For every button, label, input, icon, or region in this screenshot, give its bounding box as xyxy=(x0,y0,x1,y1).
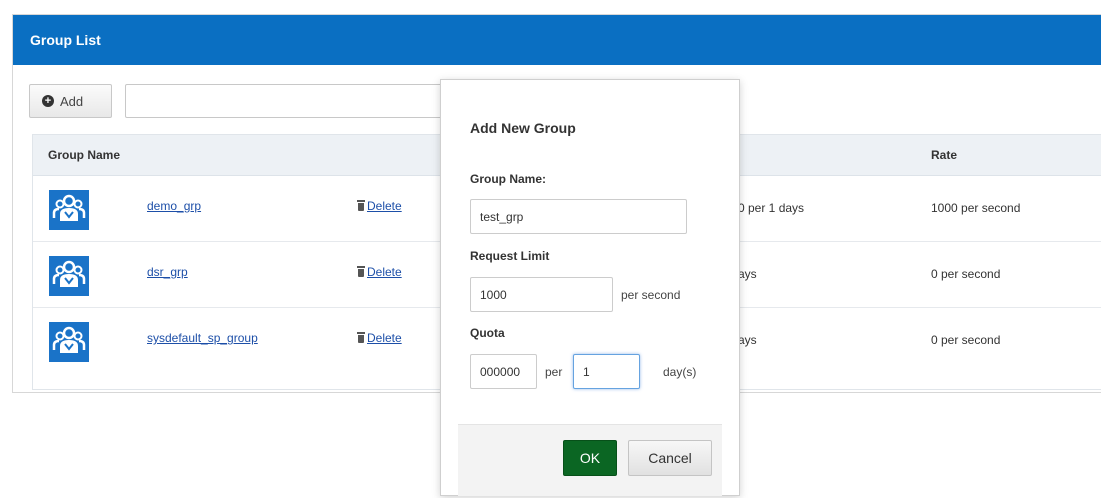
rate-cell: 0 per second xyxy=(931,333,1001,347)
delete-link[interactable]: Delete xyxy=(367,199,402,213)
dialog-title: Add New Group xyxy=(470,120,576,136)
group-icon xyxy=(49,190,89,230)
trash-icon xyxy=(357,200,365,211)
quota-days-field[interactable] xyxy=(573,354,640,389)
add-button-label: Add xyxy=(60,93,84,109)
group-name-link[interactable]: demo_grp xyxy=(147,176,201,236)
quota-amount-field[interactable] xyxy=(470,354,537,389)
ok-button[interactable]: OK xyxy=(563,440,617,476)
add-group-dialog: Add New Group Group Name: Request Limit … xyxy=(440,79,740,496)
delete-action: Delete xyxy=(357,242,402,302)
rate-cell: 0 per second xyxy=(931,267,1001,281)
cancel-button[interactable]: Cancel xyxy=(628,440,712,476)
group-name-label: Group Name: xyxy=(470,172,547,186)
plus-circle-icon: + xyxy=(42,95,54,107)
dialog-footer: OK Cancel xyxy=(458,424,722,496)
delete-action: Delete xyxy=(357,176,402,236)
quota-cell: ays xyxy=(738,333,757,347)
add-button[interactable]: + Add xyxy=(29,84,112,118)
quota-cell: ays xyxy=(738,267,757,281)
search-input[interactable] xyxy=(125,84,445,118)
column-header-rate[interactable]: Rate xyxy=(931,135,957,175)
panel-title: Group List xyxy=(13,15,1101,65)
column-header-group-name[interactable]: Group Name xyxy=(48,135,120,175)
quota-days-unit: day(s) xyxy=(663,365,697,379)
quota-per-text: per xyxy=(545,365,563,379)
group-name-link[interactable]: dsr_grp xyxy=(147,242,188,302)
request-limit-field[interactable] xyxy=(470,277,613,312)
delete-link[interactable]: Delete xyxy=(367,265,402,279)
group-icon xyxy=(49,322,89,362)
request-limit-label: Request Limit xyxy=(470,249,550,263)
delete-action: Delete xyxy=(357,308,402,368)
request-limit-unit: per second xyxy=(621,288,681,302)
trash-icon xyxy=(357,266,365,277)
group-name-link[interactable]: sysdefault_sp_group xyxy=(147,308,258,368)
quota-label: Quota xyxy=(470,326,505,340)
delete-link[interactable]: Delete xyxy=(367,331,402,345)
group-name-field[interactable] xyxy=(470,199,687,234)
group-icon xyxy=(49,256,89,296)
rate-cell: 1000 per second xyxy=(931,201,1021,215)
quota-cell: 0 per 1 days xyxy=(738,201,805,215)
trash-icon xyxy=(357,332,365,343)
